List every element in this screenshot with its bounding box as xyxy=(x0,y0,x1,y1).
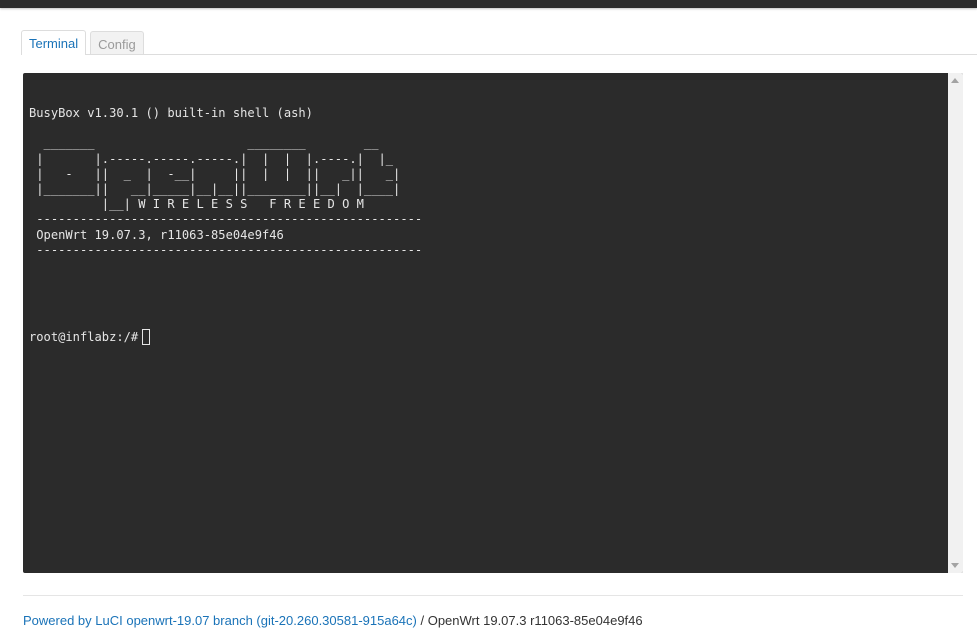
terminal-cursor xyxy=(142,329,151,345)
terminal-scrollbar[interactable] xyxy=(948,73,963,573)
terminal-prompt: root@inflabz:/# xyxy=(29,329,139,344)
footer-separator: / xyxy=(416,613,428,628)
footer: Powered by LuCI openwrt-19.07 branch (gi… xyxy=(23,613,643,628)
footer-divider xyxy=(23,595,963,596)
footer-version: OpenWrt 19.07.3 r11063-85e04e9f46 xyxy=(427,613,643,628)
terminal-window[interactable]: BusyBox v1.30.1 () built-in shell (ash) … xyxy=(23,73,963,573)
scroll-up-arrow-icon[interactable] xyxy=(951,78,959,83)
tab-config[interactable]: Config xyxy=(90,31,144,54)
luci-link[interactable]: Powered by LuCI openwrt-19.07 branch (gi… xyxy=(23,613,417,628)
terminal-prompt-line[interactable]: root@inflabz:/# xyxy=(29,329,151,345)
tab-terminal[interactable]: Terminal xyxy=(21,30,87,55)
scroll-down-arrow-icon[interactable] xyxy=(951,563,959,568)
terminal-output: BusyBox v1.30.1 () built-in shell (ash) … xyxy=(29,106,423,257)
tab-bar: Terminal Config xyxy=(21,30,977,55)
top-navbar xyxy=(0,0,977,8)
